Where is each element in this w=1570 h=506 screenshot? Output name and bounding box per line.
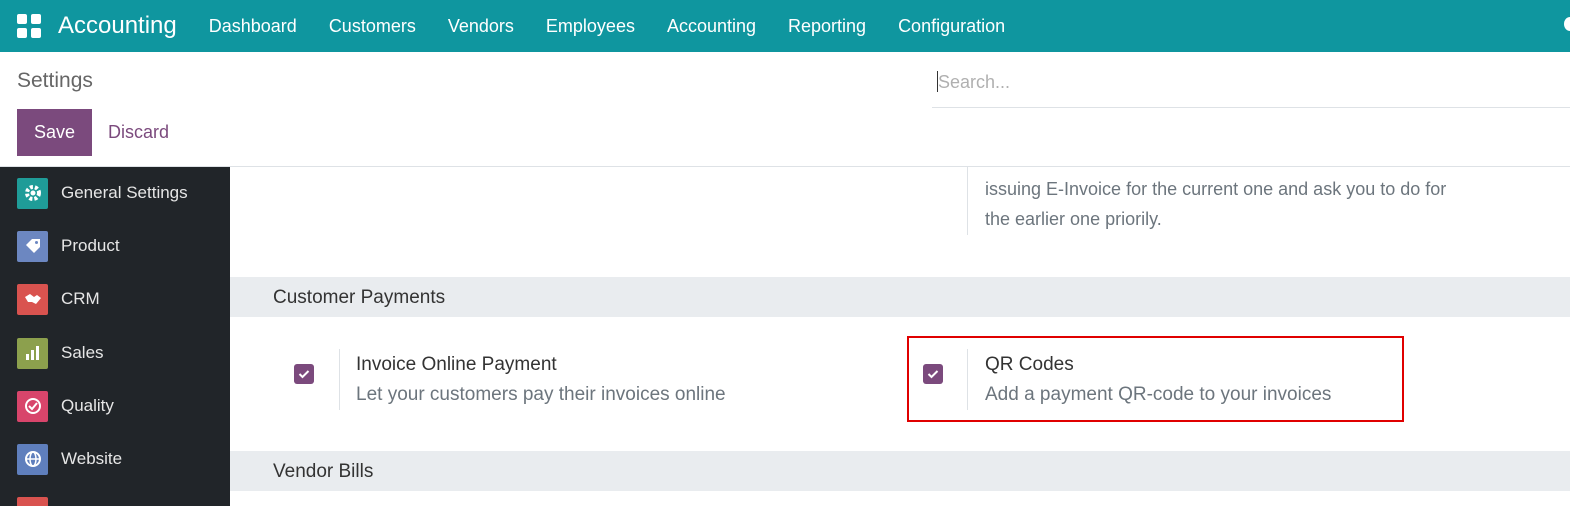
top-navbar: Accounting Dashboard Customers Vendors E… <box>0 0 1570 52</box>
section-customer-payments: Customer Payments <box>230 277 1570 317</box>
gear-icon <box>17 177 48 209</box>
page-title: Settings <box>17 69 93 92</box>
sidebar-item-product[interactable]: Product <box>17 230 120 262</box>
menu-vendors[interactable]: Vendors <box>432 16 530 37</box>
sidebar-item-label: Sales <box>61 343 104 362</box>
invoice-online-payment-checkbox[interactable] <box>294 364 314 384</box>
sidebar-item-website[interactable]: Website <box>17 443 122 475</box>
globe-icon <box>17 443 48 475</box>
chat-icon[interactable] <box>1564 17 1570 31</box>
apps-grid-icon[interactable] <box>17 14 41 38</box>
menu-customers[interactable]: Customers <box>313 16 432 37</box>
app-name[interactable]: Accounting <box>58 12 177 40</box>
save-button[interactable]: Save <box>17 109 92 156</box>
divider <box>967 167 968 235</box>
sidebar-item-general-settings[interactable]: General Settings <box>17 177 188 209</box>
sidebar-item-label: Quality <box>61 396 114 415</box>
section-title: Vendor Bills <box>273 461 374 482</box>
sidebar-item-label: Product <box>61 236 120 255</box>
setting-description-continued: the earlier one priorily. <box>985 209 1162 229</box>
settings-sidebar: General Settings Product CRM Sales Quali… <box>0 167 230 506</box>
chart-icon <box>17 337 48 369</box>
search-placeholder: Search... <box>938 72 1011 92</box>
sidebar-item-sales[interactable]: Sales <box>17 337 104 369</box>
tag-icon <box>17 230 48 262</box>
menu-reporting[interactable]: Reporting <box>772 16 882 37</box>
sidebar-item-quality[interactable]: Quality <box>17 390 114 422</box>
divider <box>339 349 340 410</box>
sidebar-item-next[interactable] <box>17 496 48 506</box>
menu-dashboard[interactable]: Dashboard <box>193 16 313 37</box>
check-icon <box>298 370 310 379</box>
settings-content: issuing E-Invoice for the current one an… <box>230 167 1570 506</box>
sidebar-item-label: CRM <box>61 289 100 308</box>
search-input[interactable]: Search... <box>932 60 1570 108</box>
qr-codes-highlight-box <box>907 336 1404 422</box>
handshake-icon <box>17 283 48 315</box>
app-icon <box>17 496 48 506</box>
menu-employees[interactable]: Employees <box>530 16 651 37</box>
sidebar-item-label: General Settings <box>61 183 188 202</box>
section-vendor-bills: Vendor Bills <box>230 451 1570 491</box>
setting-description-continued: issuing E-Invoice for the current one an… <box>985 179 1447 199</box>
check-circle-icon <box>17 390 48 422</box>
section-title: Customer Payments <box>273 287 446 308</box>
menu-configuration[interactable]: Configuration <box>882 16 1021 37</box>
setting-title: Invoice Online Payment <box>356 354 557 375</box>
discard-button[interactable]: Discard <box>108 122 169 143</box>
setting-description: Let your customers pay their invoices on… <box>356 384 726 405</box>
sidebar-item-label: Website <box>61 449 123 468</box>
sidebar-item-crm[interactable]: CRM <box>17 283 100 315</box>
control-panel: Settings Save Discard Search... <box>0 52 1570 167</box>
menu-accounting[interactable]: Accounting <box>651 16 772 37</box>
